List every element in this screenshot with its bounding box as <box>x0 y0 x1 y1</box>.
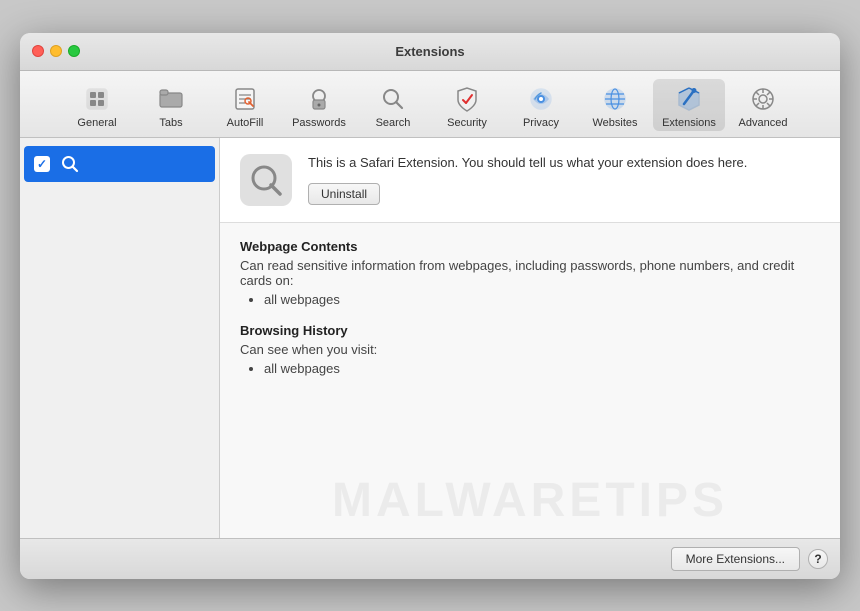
uninstall-button[interactable]: Uninstall <box>308 183 380 205</box>
toolbar-item-autofill[interactable]: AutoFill <box>209 79 281 131</box>
extension-checkbox[interactable]: ✓ <box>34 156 50 172</box>
search-toolbar-icon <box>377 83 409 115</box>
sidebar-item-search-ext[interactable]: ✓ <box>24 146 215 182</box>
content-area: ✓ <box>20 138 840 538</box>
extension-search-icon <box>58 152 82 176</box>
passwords-icon <box>303 83 335 115</box>
traffic-lights <box>32 45 80 57</box>
list-item: all webpages <box>264 292 820 307</box>
titlebar: Extensions <box>20 33 840 71</box>
minimize-button[interactable] <box>50 45 62 57</box>
advanced-label: Advanced <box>739 117 788 129</box>
extensions-icon <box>673 83 705 115</box>
watermark: MALWARETIPS <box>332 473 728 528</box>
perm-title-browsing: Browsing History <box>240 323 820 338</box>
maximize-button[interactable] <box>68 45 80 57</box>
toolbar-item-passwords[interactable]: Passwords <box>283 79 355 131</box>
security-label: Security <box>447 117 487 129</box>
sidebar: ✓ <box>20 138 220 538</box>
permissions-section: Webpage Contents Can read sensitive info… <box>220 223 840 538</box>
toolbar-item-general[interactable]: General <box>61 79 133 131</box>
privacy-icon <box>525 83 557 115</box>
more-extensions-button[interactable]: More Extensions... <box>671 547 800 571</box>
toolbar: General Tabs A <box>20 71 840 138</box>
toolbar-item-advanced[interactable]: Advanced <box>727 79 799 131</box>
perm-title-webpage: Webpage Contents <box>240 239 820 254</box>
toolbar-item-privacy[interactable]: Privacy <box>505 79 577 131</box>
extension-info: This is a Safari Extension. You should t… <box>308 154 820 204</box>
perm-list-webpage: all webpages <box>240 292 820 307</box>
perm-desc-browsing: Can see when you visit: <box>240 342 820 357</box>
window-title: Extensions <box>395 44 464 59</box>
extensions-label: Extensions <box>662 117 716 129</box>
close-button[interactable] <box>32 45 44 57</box>
autofill-icon <box>229 83 261 115</box>
bottom-bar: More Extensions... ? <box>20 538 840 579</box>
help-button[interactable]: ? <box>808 549 828 569</box>
list-item: all webpages <box>264 361 820 376</box>
privacy-label: Privacy <box>523 117 559 129</box>
general-icon <box>81 83 113 115</box>
toolbar-item-security[interactable]: Security <box>431 79 503 131</box>
autofill-label: AutoFill <box>227 117 264 129</box>
toolbar-item-search[interactable]: Search <box>357 79 429 131</box>
perm-desc-webpage: Can read sensitive information from webp… <box>240 258 820 288</box>
search-label: Search <box>376 117 411 129</box>
websites-label: Websites <box>592 117 637 129</box>
security-icon <box>451 83 483 115</box>
extension-icon <box>240 154 292 206</box>
toolbar-item-tabs[interactable]: Tabs <box>135 79 207 131</box>
passwords-label: Passwords <box>292 117 346 129</box>
perm-group-browsing-history: Browsing History Can see when you visit:… <box>240 323 820 376</box>
toolbar-item-websites[interactable]: Websites <box>579 79 651 131</box>
perm-list-browsing: all webpages <box>240 361 820 376</box>
advanced-icon <box>747 83 779 115</box>
checkmark-icon: ✓ <box>37 157 47 171</box>
tabs-label: Tabs <box>159 117 182 129</box>
perm-group-webpage-contents: Webpage Contents Can read sensitive info… <box>240 239 820 307</box>
tabs-icon <box>155 83 187 115</box>
safari-preferences-window: Extensions General T <box>20 33 840 579</box>
extension-header: This is a Safari Extension. You should t… <box>220 138 840 223</box>
extension-description: This is a Safari Extension. You should t… <box>308 154 820 172</box>
websites-icon <box>599 83 631 115</box>
general-label: General <box>77 117 116 129</box>
detail-panel: This is a Safari Extension. You should t… <box>220 138 840 538</box>
toolbar-item-extensions[interactable]: Extensions <box>653 79 725 131</box>
